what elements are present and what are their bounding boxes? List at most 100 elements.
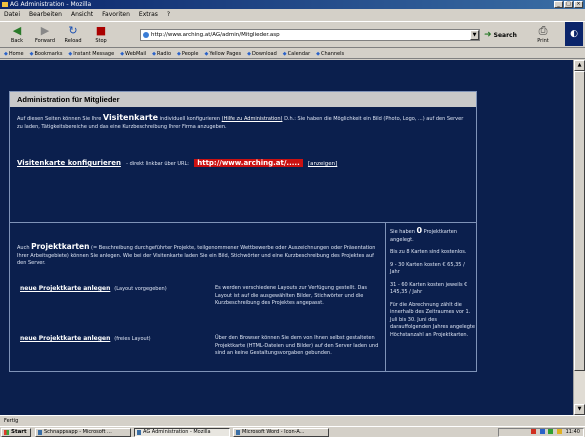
link-bookmarks[interactable]: Bookmarks [30, 49, 62, 58]
reload-icon: ↻ [68, 24, 78, 37]
search-button[interactable]: ➜ Search [484, 28, 517, 42]
clock: 11:40 [565, 429, 580, 435]
reload-button[interactable]: ↻ Reload [60, 24, 86, 46]
stop-button[interactable]: ■ Stop [88, 24, 114, 46]
link-home[interactable]: Home [4, 49, 24, 58]
taskbar: Start Schnappsapp - Microsoft ... AG Adm… [0, 426, 585, 437]
menu-datei[interactable]: Datei [4, 10, 20, 20]
column-divider [385, 222, 386, 372]
window-controls: _ □ × [554, 1, 583, 8]
page-viewport: Administration für Mitglieder Auf diesen… [0, 60, 573, 415]
free-layout-description: Über den Browser können Sie dem von Ihne… [215, 335, 379, 356]
link-radio[interactable]: Radio [152, 49, 171, 58]
link-webmail[interactable]: WebMail [120, 49, 146, 58]
help-link[interactable]: (Hilfe zu Administration) [222, 116, 283, 122]
vertical-scrollbar[interactable]: ▲ ▼ [573, 60, 585, 415]
throbber-icon: ◐ [565, 22, 583, 46]
new-projektkarte-preset-link[interactable]: neue Projektkarte anlegen [20, 285, 110, 292]
back-label: Back [10, 38, 24, 44]
new-projektkarte-free-link[interactable]: neue Projektkarte anlegen [20, 335, 110, 342]
app-icon [2, 2, 8, 7]
scroll-up-icon[interactable]: ▲ [574, 60, 585, 71]
menu-bar: Datei Bearbeiten Ansicht Favoriten Extra… [0, 10, 585, 20]
link-instant-message[interactable]: Instant Message [68, 49, 114, 58]
preset-layout-note: (Layout vorgegeben) [114, 286, 167, 292]
link-channels[interactable]: Channels [316, 49, 344, 58]
pricing-tier-1: 9 - 30 Karten kosten € 65,35 / Jahr [390, 261, 465, 276]
configure-visitenkarte-link[interactable]: Visitenkarte konfigurieren [17, 159, 121, 167]
stop-label: Stop [95, 38, 107, 44]
intro-paragraph: Auf diesen Seiten können Sie Ihre Visite… [17, 114, 469, 131]
address-dropdown-button[interactable]: ▼ [470, 30, 479, 40]
pricing-free: Bis zu 8 Karten sind kostenlos. [390, 249, 467, 255]
intro-text-2: individuell konfigurieren [159, 116, 221, 122]
pricing-tier-2: 31 - 60 Karten kosten jeweils € 145,35 /… [390, 281, 468, 296]
menu-extras[interactable]: Extras [139, 10, 158, 20]
back-arrow-icon: ◀ [12, 24, 22, 37]
reload-label: Reload [64, 38, 82, 44]
count-text-1: Sie haben [390, 229, 415, 235]
section-divider [10, 222, 476, 223]
personal-toolbar: Home Bookmarks Instant Message WebMail R… [0, 49, 585, 59]
print-button[interactable]: ⎙ Print [530, 24, 556, 46]
intro-text-1: Auf diesen Seiten können Sie Ihre [17, 116, 102, 122]
taskbar-item-mozilla[interactable]: AG Administration - Mozilla [134, 428, 230, 437]
show-visitenkarte-link[interactable]: [anzeigen] [308, 161, 337, 167]
globe-icon [143, 32, 149, 38]
forward-label: Forward [34, 38, 56, 44]
visitenkarte-url[interactable]: http://www.arching.at/..... [194, 159, 303, 167]
link-people[interactable]: People [177, 49, 199, 58]
tray-icon-4[interactable] [556, 429, 562, 434]
tray-icon-1[interactable] [531, 429, 537, 434]
taskbar-item-schnappsapp[interactable]: Schnappsapp - Microsoft ... [35, 428, 131, 437]
menu-help[interactable]: ? [167, 10, 170, 20]
free-layout-note: (freies Layout) [114, 336, 151, 342]
back-button[interactable]: ◀ Back [4, 24, 30, 46]
close-button[interactable]: × [574, 1, 583, 8]
link-yellow-pages[interactable]: Yellow Pages [205, 49, 241, 58]
scroll-down-icon[interactable]: ▼ [574, 404, 585, 415]
forward-button[interactable]: ▶ Forward [32, 24, 58, 46]
address-value: http://www.arching.at/AG/admin/Mitgliede… [151, 32, 280, 38]
tray-icon-3[interactable] [548, 429, 554, 434]
projektkarten-sidebar: Sie haben 0 Projektkarten angelegt. Bis … [387, 227, 476, 344]
visitenkarte-row: Visitenkarte konfigurieren - direkt link… [17, 157, 469, 169]
title-bar: AG Administration - Mozilla _ □ × [0, 0, 585, 9]
preset-layout-description: Es werden verschiedene Layouts zur Verfü… [215, 285, 367, 306]
direct-link-label: - direkt linkbar über URL: [126, 161, 189, 167]
action-row-layout-preset: neue Projektkarte anlegen (Layout vorgeg… [20, 285, 167, 292]
address-input[interactable]: http://www.arching.at/AG/admin/Mitgliede… [140, 29, 480, 41]
billing-note: Für die Abrechnung zählt die innerhalb d… [390, 301, 475, 338]
intro-visitenkarte: Visitenkarte [102, 113, 159, 122]
maximize-button[interactable]: □ [564, 1, 573, 8]
search-arrow-icon: ➜ [484, 30, 492, 40]
proj-text-1: Auch [17, 245, 30, 251]
link-calendar[interactable]: Calendar [283, 49, 310, 58]
stop-icon: ■ [95, 24, 107, 37]
action-row-free-layout: neue Projektkarte anlegen (freies Layout… [20, 335, 151, 342]
menu-bearbeiten[interactable]: Bearbeiten [29, 10, 62, 20]
link-download[interactable]: Download [247, 49, 277, 58]
admin-panel: Administration für Mitglieder Auf diesen… [9, 91, 477, 372]
projektkarten-count: 0 [416, 226, 423, 235]
start-button[interactable]: Start [1, 428, 31, 437]
menu-favoriten[interactable]: Favoriten [102, 10, 130, 20]
count-paragraph: Sie haben 0 Projektkarten angelegt. [390, 227, 476, 244]
print-label: Print [537, 38, 549, 44]
browser-window: AG Administration - Mozilla _ □ × Datei … [0, 0, 585, 426]
proj-heading: Projektkarten [31, 242, 90, 251]
taskbar-item-word[interactable]: Microsoft Word - Icon-A... [233, 428, 329, 437]
menu-ansicht[interactable]: Ansicht [71, 10, 93, 20]
status-bar: Fertig [0, 415, 585, 426]
window-title: AG Administration - Mozilla [10, 1, 92, 8]
system-tray: 11:40 [498, 428, 584, 437]
scroll-thumb[interactable] [574, 71, 585, 371]
search-label: Search [493, 32, 517, 39]
projektkarten-intro: Auch Projektkarten (= Beschreibung durch… [17, 243, 382, 268]
print-icon: ⎙ [538, 24, 548, 37]
page-title: Administration für Mitglieder [10, 92, 476, 107]
minimize-button[interactable]: _ [554, 1, 563, 8]
forward-arrow-icon: ▶ [40, 24, 50, 37]
status-text: Fertig [4, 418, 19, 424]
tray-icon-2[interactable] [539, 429, 545, 434]
